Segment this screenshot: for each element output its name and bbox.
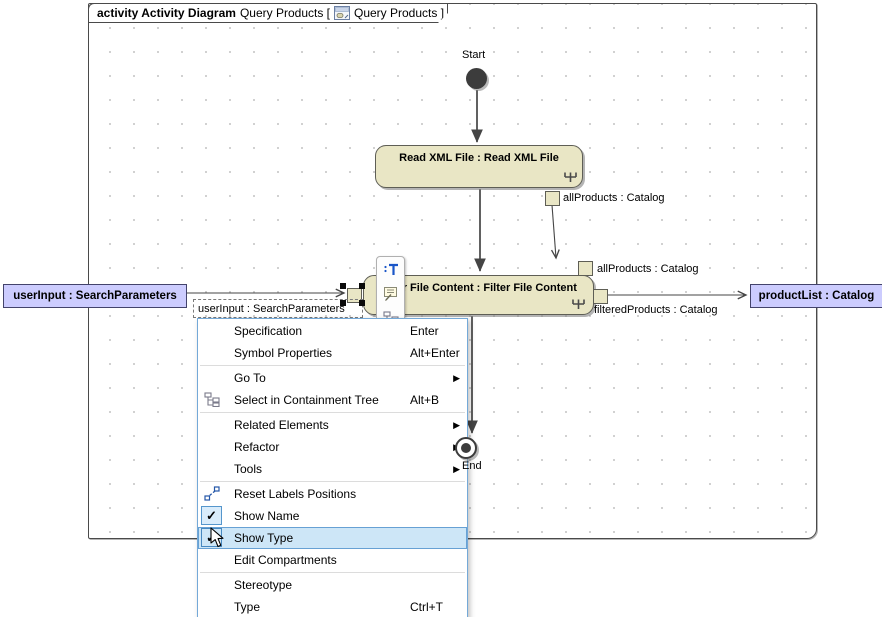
parameter-node-productlist[interactable]: productList : Catalog [750, 284, 882, 308]
context-menu: Specification Enter Symbol Properties Al… [197, 318, 468, 617]
submenu-arrow-icon: ▶ [453, 464, 460, 475]
menu-item-reset-labels-positions[interactable]: Reset Labels Positions [198, 483, 467, 505]
menu-separator [200, 481, 465, 482]
parameter-node-userinput-label: userInput : SearchParameters [13, 290, 177, 302]
menu-item-edit-compartments[interactable]: Edit Compartments [198, 549, 467, 571]
submenu-arrow-icon: ▶ [453, 373, 460, 384]
activity-final-node[interactable] [455, 437, 477, 459]
menu-separator [200, 572, 465, 573]
output-pin-filteredproducts[interactable] [593, 289, 608, 304]
menu-item-show-name[interactable]: ✓ Show Name [198, 505, 467, 527]
menu-item-label: Type [234, 600, 260, 614]
rake-icon [563, 169, 578, 183]
check-icon: ✓ [206, 508, 217, 524]
containment-tree-icon [204, 392, 220, 407]
menu-item-label: Show Type [234, 531, 293, 545]
menu-item-refactor[interactable]: Refactor ▶ [198, 436, 467, 458]
menu-item-shortcut: Alt+Enter [410, 346, 460, 360]
input-pin-allproducts[interactable] [578, 261, 593, 276]
end-node-label: End [462, 460, 482, 472]
menu-item-label: Tools [234, 462, 262, 476]
output-pin-allproducts-label: allProducts : Catalog [563, 192, 665, 204]
application-canvas: activity Activity Diagram Query Products… [0, 0, 882, 617]
menu-item-label: Edit Compartments [234, 553, 337, 567]
menu-item-label: Specification [234, 324, 302, 338]
menu-item-type[interactable]: Type Ctrl+T [198, 596, 467, 617]
menu-item-shortcut: Alt+B [410, 393, 439, 407]
parameter-node-productlist-label: productList : Catalog [759, 290, 875, 302]
menu-separator [200, 412, 465, 413]
initial-node[interactable] [466, 68, 487, 89]
menu-item-related-elements[interactable]: Related Elements ▶ [198, 414, 467, 436]
menu-item-go-to[interactable]: Go To ▶ [198, 367, 467, 389]
menu-item-label: Refactor [234, 440, 279, 454]
input-pin-allproducts-label: allProducts : Catalog [597, 263, 699, 275]
menu-item-label: Show Name [234, 509, 299, 523]
mouse-cursor-icon [210, 527, 226, 549]
menu-item-select-in-containment-tree[interactable]: Select in Containment Tree Alt+B [198, 389, 467, 411]
action-node-read-xml-label: Read XML File : Read XML File [376, 146, 582, 164]
reset-labels-icon [204, 486, 220, 501]
edit-name-icon[interactable] [382, 260, 400, 278]
menu-separator [200, 365, 465, 366]
menu-item-symbol-properties[interactable]: Symbol Properties Alt+Enter [198, 342, 467, 364]
menu-item-shortcut: Enter [410, 324, 439, 338]
selection-handle[interactable] [359, 300, 365, 306]
output-pin-allproducts[interactable] [545, 191, 560, 206]
parameter-node-userinput[interactable]: userInput : SearchParameters [3, 284, 187, 308]
menu-item-label: Related Elements [234, 418, 329, 432]
start-node-label: Start [462, 49, 485, 61]
menu-item-show-type[interactable]: ✓ Show Type [198, 527, 467, 549]
selected-pin-label-text: userInput : SearchParameters [198, 303, 345, 315]
action-node-read-xml[interactable]: Read XML File : Read XML File [375, 145, 583, 188]
menu-item-shortcut: Ctrl+T [410, 600, 443, 614]
menu-item-label: Go To [234, 371, 266, 385]
selection-handle[interactable] [340, 300, 346, 306]
menu-item-label: Reset Labels Positions [234, 487, 356, 501]
selected-pin-label-userinput[interactable]: userInput : SearchParameters [193, 299, 363, 318]
menu-item-label: Symbol Properties [234, 346, 332, 360]
output-pin-filteredproducts-label: filteredProducts : Catalog [594, 304, 718, 316]
submenu-arrow-icon: ▶ [453, 420, 460, 431]
note-icon[interactable] [382, 285, 400, 303]
menu-item-label: Stereotype [234, 578, 292, 592]
menu-item-specification[interactable]: Specification Enter [198, 320, 467, 342]
menu-item-stereotype[interactable]: Stereotype [198, 574, 467, 596]
object-flow-allproducts[interactable] [552, 205, 556, 258]
activity-final-node-dot [461, 443, 471, 453]
menu-item-label: Select in Containment Tree [234, 393, 379, 407]
selection-handle[interactable] [359, 283, 365, 289]
rake-icon [571, 296, 586, 310]
selection-handle[interactable] [340, 283, 346, 289]
menu-item-tools[interactable]: Tools ▶ [198, 458, 467, 480]
checkbox-checked[interactable]: ✓ [201, 506, 222, 525]
